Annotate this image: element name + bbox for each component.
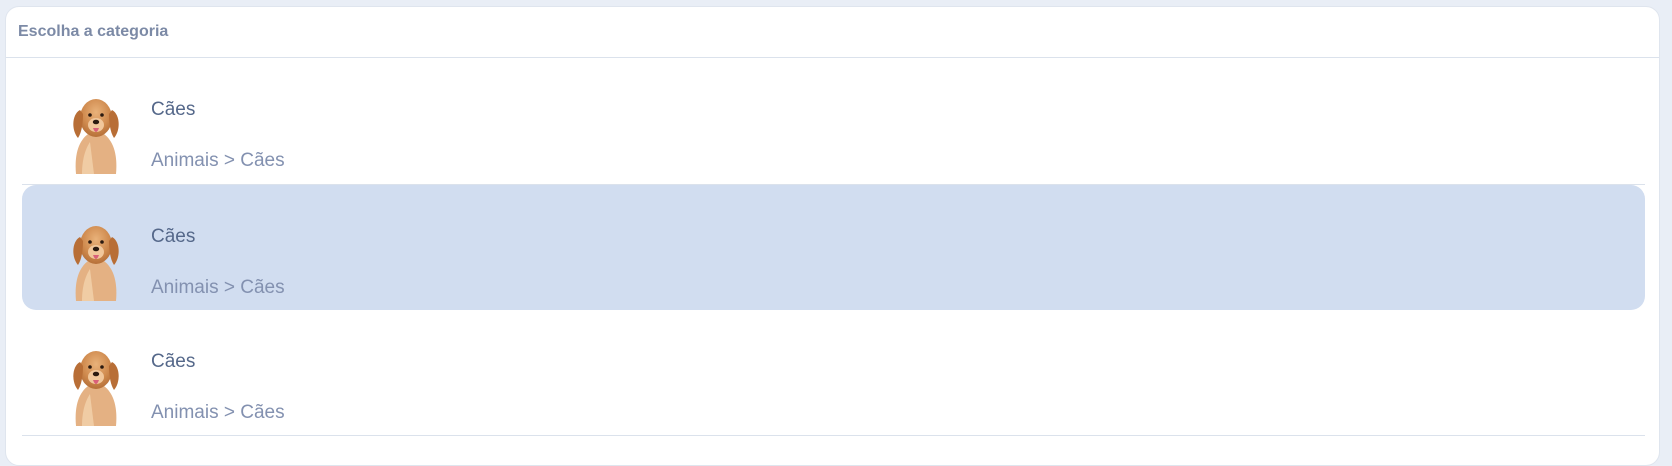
category-item[interactable]: Cães Animais > Cães bbox=[22, 310, 1645, 435]
category-item[interactable]: Cães Animais > Cães bbox=[22, 58, 1645, 183]
panel-title: Escolha a categoria bbox=[6, 7, 1659, 58]
category-title: Cães bbox=[151, 226, 196, 247]
category-title: Cães bbox=[151, 351, 196, 372]
category-path: Animais > Cães bbox=[151, 150, 285, 171]
dog-thumbnail-icon bbox=[73, 226, 119, 301]
dog-thumbnail-icon bbox=[73, 351, 119, 426]
category-picker-panel: Escolha a categoria Cães Animais > Cães … bbox=[5, 6, 1660, 466]
dog-thumbnail-icon bbox=[73, 99, 119, 174]
category-path: Animais > Cães bbox=[151, 402, 285, 423]
category-item-selected[interactable]: Cães Animais > Cães bbox=[22, 185, 1645, 310]
category-title: Cães bbox=[151, 99, 196, 120]
category-path: Animais > Cães bbox=[151, 277, 285, 298]
row-divider bbox=[22, 435, 1645, 436]
